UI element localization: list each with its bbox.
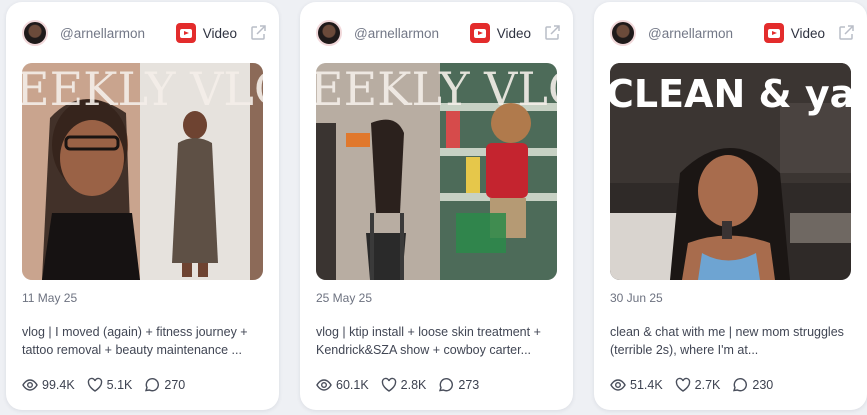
youtube-icon (175, 23, 196, 43)
platform-label: Video (496, 25, 531, 41)
likes-stat: 2.8K (381, 377, 427, 393)
platform-label: Video (790, 25, 825, 41)
creator-handle[interactable]: @arnellarmon (354, 26, 439, 41)
creator-handle[interactable]: @arnellarmon (648, 26, 733, 41)
thumbnail-overlay-text: EEKLY VLO (22, 63, 263, 116)
likes-stat: 2.7K (675, 377, 721, 393)
post-title-text: clean & chat with me | new mom struggles… (610, 325, 844, 357)
avatar[interactable] (610, 20, 636, 46)
comment-icon (733, 378, 748, 392)
post-title[interactable]: vlog | I moved (again) + fitness journey… (22, 323, 267, 359)
eye-icon (610, 379, 626, 391)
comments-stat: 273 (438, 377, 479, 393)
external-link-icon[interactable] (837, 24, 855, 42)
views-count: 51.4K (630, 378, 663, 392)
comments-count: 270 (164, 378, 186, 392)
post-card[interactable]: @arnellarmon Video EEKLY VLO 11 May 25 v… (6, 2, 279, 410)
post-title[interactable]: vlog | ktip install + loose skin treatme… (316, 323, 561, 359)
post-title-text: vlog | ktip install + loose skin treatme… (316, 325, 541, 357)
post-card[interactable]: @arnellarmon Video CLEAN & yap 30 Jun 25… (594, 2, 867, 410)
views-stat: 99.4K (22, 377, 75, 393)
likes-count: 5.1K (106, 378, 133, 392)
video-thumbnail[interactable]: EEKLY VLO (316, 63, 557, 280)
post-date: 11 May 25 (22, 291, 78, 305)
comments-stat: 230 (732, 377, 773, 393)
comment-icon (145, 378, 160, 392)
post-date: 30 Jun 25 (610, 291, 663, 305)
card-header: @arnellarmon Video (22, 18, 267, 48)
heart-icon (381, 377, 396, 392)
thumbnail-overlay-text: CLEAN & yap (610, 72, 851, 116)
stats-row: 99.4K 5.1K 270 (22, 377, 197, 393)
post-card[interactable]: @arnellarmon Video EEKLY VL 25 May 25 vl… (300, 2, 573, 410)
card-header: @arnellarmon Video (610, 18, 855, 48)
stats-row: 51.4K 2.7K 230 (610, 377, 785, 393)
likes-count: 2.7K (694, 378, 721, 392)
creator-handle[interactable]: @arnellarmon (60, 26, 145, 41)
avatar[interactable] (22, 20, 48, 46)
post-title[interactable]: clean & chat with me | new mom struggles… (610, 323, 855, 359)
card-header: @arnellarmon Video (316, 18, 561, 48)
comments-count: 230 (752, 378, 774, 392)
eye-icon (22, 379, 38, 391)
views-count: 60.1K (336, 378, 369, 392)
comments-count: 273 (458, 378, 480, 392)
stats-row: 60.1K 2.8K 273 (316, 377, 491, 393)
comment-icon (439, 378, 454, 392)
youtube-icon (469, 23, 490, 43)
video-thumbnail[interactable]: EEKLY VLO (22, 63, 263, 280)
likes-count: 2.8K (400, 378, 427, 392)
avatar[interactable] (316, 20, 342, 46)
post-date: 25 May 25 (316, 291, 373, 305)
thumbnail-overlay-text: EEKLY VLO (316, 63, 557, 116)
views-count: 99.4K (42, 378, 75, 392)
views-stat: 60.1K (316, 377, 369, 393)
likes-stat: 5.1K (87, 377, 133, 393)
platform-label: Video (202, 25, 237, 41)
views-stat: 51.4K (610, 377, 663, 393)
comments-stat: 270 (144, 377, 185, 393)
heart-icon (87, 377, 102, 392)
video-thumbnail[interactable]: CLEAN & yap (610, 63, 851, 280)
heart-icon (675, 377, 690, 392)
external-link-icon[interactable] (249, 24, 267, 42)
youtube-icon (763, 23, 784, 43)
external-link-icon[interactable] (543, 24, 561, 42)
eye-icon (316, 379, 332, 391)
post-title-text: vlog | I moved (again) + fitness journey… (22, 325, 248, 357)
